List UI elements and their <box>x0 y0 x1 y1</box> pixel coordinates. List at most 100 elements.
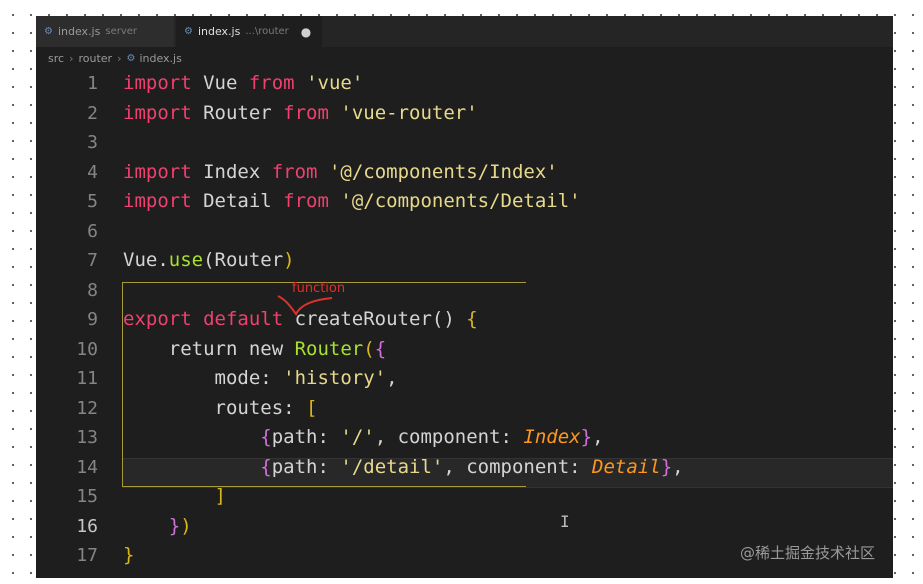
line-text: import Detail from '@/components/Detail' <box>123 187 581 217</box>
line-text: Vue.use(Router) <box>123 246 295 276</box>
code-token: path: <box>271 455 341 478</box>
gear-file-icon: ⚙ <box>126 52 136 64</box>
tab-index-js-server[interactable]: ⚙ index.js server <box>36 16 174 47</box>
code-token: Detail <box>191 190 284 212</box>
tab-index-js-router[interactable]: ⚙ index.js ...\router ● <box>176 16 322 47</box>
line-text: }) <box>123 512 192 542</box>
code-token: , component: <box>443 455 593 478</box>
line-number: 17 <box>76 545 98 566</box>
code-line[interactable]: 14 {path: '/detail', component: Detail}, <box>36 453 893 483</box>
code-token: from <box>283 101 329 124</box>
line-number: 16 <box>76 515 98 537</box>
code-token: Vue. <box>123 249 169 271</box>
code-token: (Router <box>203 249 284 271</box>
code-line[interactable]: 5 import Detail from '@/components/Detail… <box>36 187 893 217</box>
tab-file-name: index.js <box>57 25 101 38</box>
line-text: } <box>123 541 134 571</box>
code-token: , <box>386 367 398 389</box>
line-text: import Index from '@/components/Index' <box>123 158 558 188</box>
code-token: [ <box>306 396 318 419</box>
line-number: 15 <box>76 486 98 507</box>
tab-file-name: index.js <box>197 25 241 38</box>
code-token: } <box>660 455 673 478</box>
code-line[interactable]: 11 mode: 'history', <box>36 364 893 394</box>
line-number: 6 <box>87 220 98 242</box>
code-editor[interactable]: ⚙ index.js server ⚙ index.js ...\router … <box>36 16 893 578</box>
code-token: } <box>123 544 135 566</box>
code-token: 'vue-router' <box>340 101 478 124</box>
code-line[interactable]: 16 }) <box>36 512 893 542</box>
line-number: 11 <box>76 368 98 389</box>
code-line[interactable]: 13 {path: '/', component: Index}, <box>36 423 893 453</box>
code-token: { <box>260 426 272 448</box>
code-token: } <box>580 426 593 448</box>
code-line[interactable]: 8 <box>36 276 893 306</box>
code-token: , <box>672 455 684 478</box>
code-line[interactable]: 3 <box>36 128 893 158</box>
code-line[interactable]: 7 Vue.use(Router) <box>36 246 893 276</box>
line-text: return new Router({ <box>123 335 386 365</box>
code-token: { <box>466 308 478 330</box>
code-token: } <box>168 514 181 537</box>
code-line[interactable]: 9 export default createRouter() { <box>36 305 893 335</box>
line-number: 14 <box>76 456 98 478</box>
tab-file-desc: server <box>105 26 138 37</box>
code-token: from <box>283 190 329 212</box>
code-line[interactable]: 10 return new Router({ <box>36 335 893 365</box>
code-line[interactable]: 15 ] <box>36 482 893 512</box>
breadcrumb-item-src[interactable]: src <box>48 52 64 65</box>
breadcrumb-item-file[interactable]: index.js <box>139 52 181 65</box>
code-line[interactable]: 2 import Router from 'vue-router' <box>36 99 893 129</box>
code-token: from <box>248 72 295 94</box>
code-line[interactable]: 12 routes: [ <box>36 394 893 424</box>
line-number: 1 <box>87 73 98 94</box>
code-token: import <box>123 101 192 124</box>
code-token: Detail <box>592 455 661 478</box>
code-token: { <box>374 337 387 360</box>
unsaved-dot-icon[interactable]: ● <box>301 25 311 39</box>
code-token: Vue <box>191 72 249 94</box>
code-token: Router <box>191 101 284 124</box>
breadcrumb: src › router › ⚙ index.js <box>36 47 893 69</box>
code-token: '/' <box>340 426 375 448</box>
code-token: , <box>592 426 604 448</box>
code-token: 'history' <box>283 367 387 389</box>
code-token: ) <box>283 249 295 271</box>
code-token: mode: <box>123 367 284 389</box>
text-cursor-icon: I <box>560 512 570 531</box>
breadcrumb-item-router[interactable]: router <box>78 52 112 65</box>
line-number: 2 <box>87 102 98 124</box>
code-area[interactable]: 1 import Vue from 'vue' 2 import Router fro… <box>36 69 893 571</box>
code-token: path: <box>271 426 341 448</box>
code-line[interactable]: 1 import Vue from 'vue' <box>36 69 893 99</box>
code-token: 'vue' <box>306 72 364 94</box>
code-line[interactable]: 6 <box>36 217 893 247</box>
tab-file-desc: ...\router <box>245 26 289 37</box>
line-number: 12 <box>76 397 98 419</box>
line-number: 13 <box>76 427 98 448</box>
line-number: 4 <box>87 161 98 183</box>
code-token: , component: <box>374 426 524 448</box>
code-token: import <box>123 190 192 212</box>
line-text: {path: '/', component: Index}, <box>123 423 604 453</box>
code-token: Index <box>523 426 581 448</box>
code-line[interactable]: 4 import Index from '@/components/Index' <box>36 158 893 188</box>
line-number: 8 <box>87 279 98 301</box>
code-token: '@/components/Detail' <box>340 190 581 212</box>
code-token: Index <box>191 160 272 183</box>
code-token: use <box>168 249 204 271</box>
code-token: import <box>123 72 192 94</box>
line-number: 10 <box>76 338 98 360</box>
code-token: ] <box>214 485 226 507</box>
line-number: 5 <box>87 191 98 212</box>
line-number: 9 <box>87 309 98 330</box>
code-token: ( <box>363 337 375 360</box>
code-token: { <box>260 455 272 478</box>
code-token: ) <box>180 514 192 537</box>
